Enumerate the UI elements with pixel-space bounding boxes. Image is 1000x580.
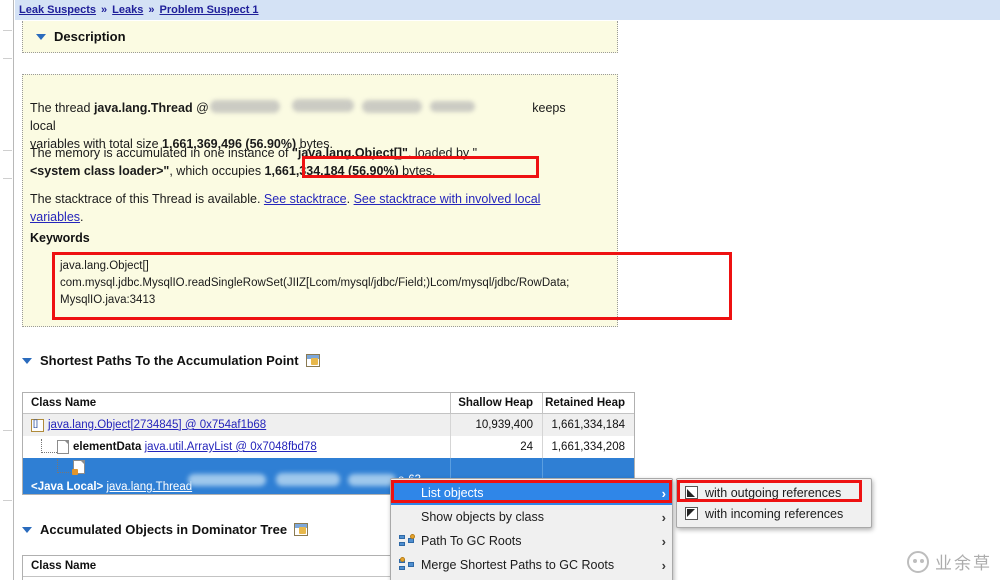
outgoing-refs-icon [685, 486, 698, 499]
p1-at: @ [192, 101, 209, 115]
row-field-name: elementData [73, 441, 142, 453]
section-title-dominator-tree: Accumulated Objects in Dominator Tree [40, 522, 288, 537]
local-object-icon [72, 460, 85, 475]
export-table-icon[interactable] [305, 354, 320, 367]
table-row[interactable]: elementData java.util.ArrayList @ 0x7048… [23, 436, 634, 458]
collapse-triangle-icon[interactable] [36, 33, 46, 40]
row-retained-heap: 1,661,334,208 [542, 436, 634, 458]
gc-roots-icon [399, 534, 415, 548]
watermark: 业余草 [907, 549, 992, 574]
merge-gc-roots-icon [399, 557, 415, 572]
row-class-name [23, 458, 450, 476]
p2-pre: The memory is accumulated in one instanc… [30, 146, 292, 160]
breadcrumb-item-problem-suspect-1[interactable]: Problem Suspect 1 [160, 4, 259, 16]
section-title-shortest-paths: Shortest Paths To the Accumulation Point [40, 353, 299, 368]
chevron-right-icon: › [661, 485, 666, 501]
row-shallow-heap [450, 458, 542, 476]
watermark-logo-icon [907, 550, 929, 573]
keyword-item: java.lang.Object[] [60, 260, 149, 272]
row-retained-heap: 1,661,334,184 [542, 414, 634, 436]
breadcrumb-item-leaks[interactable]: Leaks [112, 4, 143, 16]
keywords-label: Keywords [30, 231, 90, 245]
row-class-name: java.lang.Object[2734845] @ 0x754af1b68 [23, 418, 450, 432]
menu-item-label: Show objects by class [421, 510, 544, 524]
row-link-arraylist[interactable]: java.util.ArrayList @ 0x7048fbd78 [145, 441, 317, 453]
array-icon [31, 418, 44, 432]
row-link-object-array[interactable]: java.lang.Object[2734845] @ 0x754af1b68 [48, 419, 266, 431]
chevron-right-icon: › [661, 509, 666, 525]
tree-elbow-icon [41, 438, 57, 453]
menu-item-icon-placeholder [399, 510, 415, 524]
section-header-shortest-paths[interactable]: Shortest Paths To the Accumulation Point [22, 353, 320, 368]
keywords-list: java.lang.Object[] com.mysql.jdbc.MysqlI… [60, 258, 730, 309]
section-title-description: Description [54, 29, 126, 44]
row-shallow-heap: 24 [450, 436, 542, 458]
menu-item-list-objects[interactable]: List objects › [391, 481, 672, 505]
export-table-icon[interactable] [294, 523, 309, 536]
table-header-row: Class Name Shallow Heap Retained Heap [23, 393, 634, 414]
row-retained-heap [542, 458, 634, 476]
column-header-retained-heap[interactable]: Retained Heap [542, 393, 634, 413]
breadcrumb-separator: » [101, 4, 108, 16]
section-header-dominator-tree[interactable]: Accumulated Objects in Dominator Tree [22, 522, 309, 537]
menu-item-label: Merge Shortest Paths to GC Roots [421, 558, 615, 572]
redaction-smudge [276, 473, 340, 486]
breadcrumb-separator: » [148, 4, 155, 16]
redaction-smudge [348, 474, 396, 486]
submenu-item-with-outgoing-references[interactable]: with outgoing references [677, 482, 871, 503]
redaction-smudge [430, 101, 475, 112]
row-java-local-tag: <Java Local> [31, 481, 104, 493]
menu-item-merge-shortest-paths-to-gc-roots[interactable]: Merge Shortest Paths to GC Roots › [391, 553, 672, 577]
chevron-right-icon: › [661, 533, 666, 549]
p1-thread-class: java.lang.Thread [93, 101, 193, 115]
menu-item-label: Path To GC Roots [421, 534, 522, 548]
section-header-description[interactable]: Description [36, 29, 126, 44]
column-header-class-name[interactable]: Class Name [23, 397, 450, 409]
row-shallow-heap: 10,939,400 [450, 414, 542, 436]
submenu-item-with-incoming-references[interactable]: with incoming references [677, 503, 871, 524]
left-panel-edge [0, 0, 14, 580]
submenu-item-label: with incoming references [705, 506, 844, 521]
app-root: Leak Suspects » Leaks » Problem Suspect … [0, 0, 1000, 580]
p3-pre: The stacktrace of this Thread is availab… [30, 192, 264, 206]
breadcrumb-item-leak-suspects[interactable]: Leak Suspects [19, 4, 96, 16]
row-link-thread[interactable]: java.lang.Thread [106, 481, 192, 493]
p3-mid: . [346, 192, 354, 206]
redaction-smudge [188, 474, 266, 486]
p2-loader: <system class loader>" [30, 164, 170, 178]
link-see-stacktrace[interactable]: See stacktrace [264, 192, 347, 206]
p1-pre: The thread [30, 101, 94, 115]
object-icon [57, 440, 69, 454]
menu-item-icon-placeholder [399, 486, 415, 500]
menu-item-show-objects-by-class[interactable]: Show objects by class › [391, 505, 672, 529]
submenu-item-label: with outgoing references [705, 485, 842, 500]
p2-mid2: , which occupies [169, 164, 265, 178]
incoming-refs-icon [685, 507, 698, 520]
breadcrumb: Leak Suspects » Leaks » Problem Suspect … [15, 0, 1000, 20]
tree-elbow-icon [57, 458, 73, 473]
collapse-triangle-icon[interactable] [22, 357, 32, 364]
collapse-triangle-icon[interactable] [22, 526, 32, 533]
watermark-text: 业余草 [935, 554, 992, 574]
keyword-item: com.mysql.jdbc.MysqlIO.readSingleRowSet(… [60, 277, 570, 289]
description-paragraph-3: The stacktrace of this Thread is availab… [30, 190, 590, 226]
row-class-name: elementData java.util.ArrayList @ 0x7048… [23, 438, 450, 456]
redaction-smudge [292, 99, 354, 112]
p3-post: . [80, 210, 84, 224]
menu-item-path-to-gc-roots[interactable]: Path To GC Roots › [391, 529, 672, 553]
keyword-item: MysqlIO.java:3413 [60, 294, 156, 306]
column-header-shallow-heap[interactable]: Shallow Heap [450, 393, 542, 413]
redaction-smudge [210, 100, 280, 113]
table-row[interactable]: java.lang.Object[2734845] @ 0x754af1b68 … [23, 414, 634, 436]
chevron-right-icon: › [661, 557, 666, 573]
menu-item-label: List objects [421, 486, 484, 500]
highlight-box-occupies [302, 156, 539, 178]
context-menu[interactable]: List objects › Show objects by class › P… [390, 478, 673, 580]
redaction-smudge [362, 100, 422, 113]
submenu-list-objects[interactable]: with outgoing references with incoming r… [676, 478, 872, 528]
